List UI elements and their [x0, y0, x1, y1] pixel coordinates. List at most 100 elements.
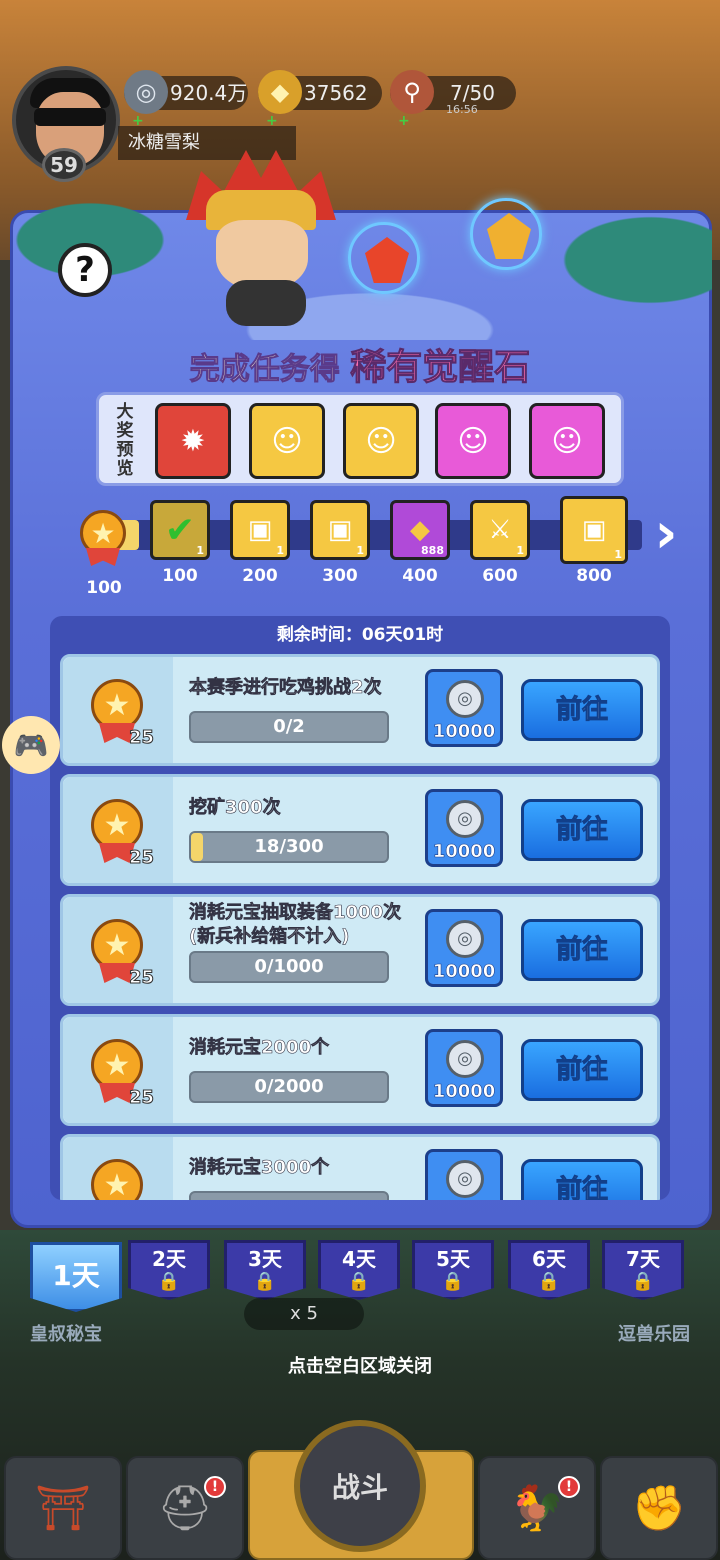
avatar-glasses: [34, 108, 106, 126]
tab-day-7[interactable]: 7天 🔒: [602, 1240, 684, 1300]
task-title: 消耗元宝2000个: [189, 1037, 330, 1059]
nav-upgrade[interactable]: ✊: [600, 1456, 718, 1560]
task-card: ★ 消耗元宝3000个 ◎ 前往: [60, 1134, 660, 1200]
rooster-icon: 🐓: [509, 1483, 565, 1534]
task-title: 消耗元宝3000个: [189, 1157, 330, 1179]
heroine-portrait-icon[interactable]: ☺: [435, 403, 511, 479]
task-points: 25: [128, 967, 155, 989]
task-progress-text: 0/2: [273, 716, 305, 737]
nav-equipment[interactable]: ⛑ !: [126, 1456, 244, 1560]
fight-label: 战斗: [331, 1471, 388, 1504]
go-button[interactable]: 前往: [521, 1159, 643, 1200]
task-progress-text: 18/300: [254, 836, 324, 857]
hero-character: [186, 150, 336, 330]
milestone-reward[interactable]: ▣ 1: [560, 496, 628, 564]
lock-icon: 🔒: [347, 1271, 371, 1292]
go-button[interactable]: 前往: [521, 919, 643, 981]
gold-awakening-stone-icon: [470, 198, 542, 270]
tab-day-label: 1天: [52, 1259, 100, 1292]
tab-day-2[interactable]: 2天 🔒: [128, 1240, 210, 1300]
player-level-badge: 59: [42, 148, 86, 182]
silver-coin-icon: ◎: [446, 1160, 484, 1198]
tab-day-1[interactable]: 1天: [30, 1242, 122, 1312]
tab-day-label: 2天: [152, 1247, 186, 1271]
task-points: 25: [128, 1087, 155, 1109]
silver-coin-icon: ◎: [446, 680, 484, 718]
silver-resource[interactable]: ◎ + 920.4万: [124, 70, 248, 129]
prize-preview-label: 大奖预览: [116, 402, 134, 479]
silver-coin-icon: ◎: [446, 920, 484, 958]
task-progress-text: 0/2000: [254, 1076, 324, 1097]
task-reward[interactable]: ◎ 10000: [425, 1029, 503, 1107]
milestone-reward[interactable]: ◆ 888: [390, 500, 450, 560]
milestone-points: 200: [242, 566, 278, 586]
fight-button[interactable]: 战斗: [294, 1420, 426, 1552]
milestone-qty: 888: [421, 544, 444, 557]
checkmark-icon: ✔: [164, 509, 196, 551]
treasure-box-icon: ▣: [247, 515, 273, 545]
task-progress-bar: 0/1000: [189, 951, 389, 983]
silver-coin-icon: ◎: [446, 1040, 484, 1078]
silver-value: 920.4万: [170, 81, 248, 105]
milestone-qty: 1: [276, 544, 284, 557]
go-button[interactable]: 前往: [521, 1039, 643, 1101]
task-progress-bar: [189, 1191, 389, 1200]
gold-resource[interactable]: ◆ + 37562: [258, 70, 382, 129]
remaining-time: 剩余时间：06天01时: [276, 625, 444, 645]
lock-icon: 🔒: [441, 1271, 465, 1292]
task-list[interactable]: 剩余时间：06天01时 ★ 25 本赛季进行吃鸡挑战2次 0/2 ◎ 10000…: [50, 616, 670, 1200]
right-feature-label: 逗兽乐园: [618, 1324, 690, 1345]
milestone-reward-claimed[interactable]: ✔ 1: [150, 500, 210, 560]
tab-day-label: 5天: [436, 1247, 470, 1271]
task-progress-bar: 0/2: [189, 711, 389, 743]
milestone-points: 600: [482, 566, 518, 586]
milestone-reward[interactable]: ▣ 1: [230, 500, 290, 560]
lock-icon: 🔒: [537, 1271, 561, 1292]
milestone-qty: 1: [356, 544, 364, 557]
nav-pets[interactable]: 🐓 !: [478, 1456, 596, 1560]
current-points: 100: [86, 578, 122, 598]
stamina-resource[interactable]: ⚲ + 7/50 16:56: [390, 70, 516, 129]
milestone-points: 300: [322, 566, 358, 586]
go-button[interactable]: 前往: [521, 679, 643, 741]
task-reward[interactable]: ◎ 10000: [425, 669, 503, 747]
gold-value: 37562: [304, 81, 368, 105]
tab-day-6[interactable]: 6天 🔒: [508, 1240, 590, 1300]
help-button[interactable]: ?: [58, 243, 112, 297]
milestone-reward[interactable]: ⚔ 1: [470, 500, 530, 560]
next-arrow-button[interactable]: ›: [646, 506, 686, 566]
milestone-qty: 1: [614, 548, 622, 561]
task-reward-amount: 10000: [432, 961, 496, 983]
stamina-value: 7/50: [450, 81, 495, 105]
hero-portrait-icon[interactable]: ☺: [343, 403, 419, 479]
task-progress-bar: 0/2000: [189, 1071, 389, 1103]
gamepad-icon[interactable]: 🎮: [2, 716, 60, 774]
heroine-portrait-icon[interactable]: ☺: [529, 403, 605, 479]
gold-ingot-icon: ◆: [410, 515, 430, 545]
nav-shop[interactable]: ⛩: [4, 1456, 122, 1560]
tab-day-label: 3天: [248, 1247, 282, 1271]
red-puzzle-piece-icon[interactable]: ✹: [155, 403, 231, 479]
tab-day-5[interactable]: 5天 🔒: [412, 1240, 494, 1300]
task-card: ★ 25 消耗元宝2000个 0/2000 ◎ 10000 前往: [60, 1014, 660, 1126]
tab-day-3[interactable]: 3天 🔒: [224, 1240, 306, 1300]
task-reward-amount: 10000: [432, 721, 496, 743]
stamina-timer: 16:56: [446, 103, 478, 116]
event-title-highlight: 稀有觉醒石: [350, 347, 531, 389]
task-points: 25: [128, 727, 155, 749]
task-reward[interactable]: ◎ 10000: [425, 789, 503, 867]
tab-day-4[interactable]: 4天 🔒: [318, 1240, 400, 1300]
milestone-points: 800: [576, 566, 612, 586]
silver-coin-icon: ◎: [124, 70, 168, 114]
ticket-count: x 5: [244, 1298, 364, 1330]
go-button[interactable]: 前往: [521, 799, 643, 861]
close-hint[interactable]: 点击空白区域关闭: [0, 1352, 720, 1378]
task-reward[interactable]: ◎ 10000: [425, 909, 503, 987]
task-progress-bar: 18/300: [189, 831, 389, 863]
prize-preview: 大奖预览 ✹ ☺ ☺ ☺ ☺: [96, 392, 624, 486]
milestone-reward[interactable]: ▣ 1: [310, 500, 370, 560]
task-reward[interactable]: ◎: [425, 1149, 503, 1200]
add-icon[interactable]: +: [398, 104, 410, 138]
tab-day-label: 4天: [342, 1247, 376, 1271]
hero-portrait-icon[interactable]: ☺: [249, 403, 325, 479]
